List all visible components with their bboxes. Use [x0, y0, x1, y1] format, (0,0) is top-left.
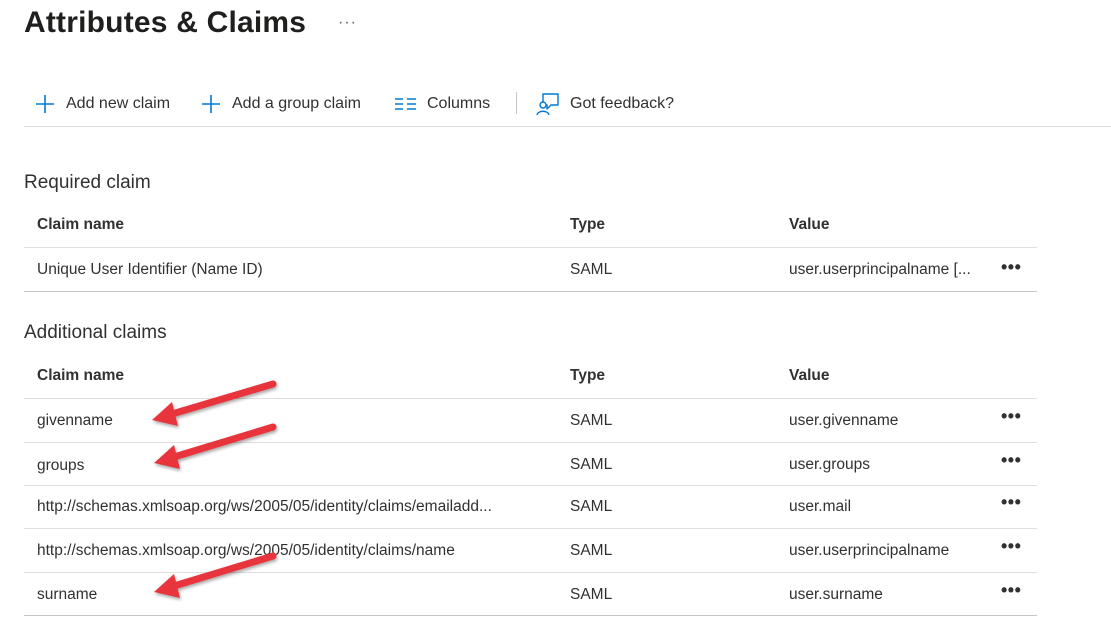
claim-type-cell: SAML: [570, 586, 613, 603]
claim-value-cell: user.userprincipalname [...: [789, 261, 971, 278]
feedback-icon: [536, 93, 559, 116]
add-new-claim-label: Add new claim: [66, 95, 171, 112]
row-more-options-icon[interactable]: •••: [1001, 536, 1021, 557]
claim-type-cell: SAML: [570, 498, 613, 515]
claim-name-cell[interactable]: groups: [37, 457, 557, 475]
column-header-claim-name[interactable]: Claim name: [37, 216, 557, 234]
claim-name-cell[interactable]: http://schemas.xmlsoap.org/ws/2005/05/id…: [37, 498, 557, 516]
required-claim-heading: Required claim: [24, 172, 151, 193]
row-more-options-icon[interactable]: •••: [1001, 406, 1021, 427]
table-row[interactable]: givenname SAML user.givenname •••: [24, 399, 1037, 443]
row-more-options-icon[interactable]: •••: [1001, 580, 1021, 601]
columns-icon: [395, 98, 416, 110]
column-header-claim-name[interactable]: Claim name: [37, 367, 557, 385]
table-header-row: Claim name Type Value: [24, 204, 1037, 248]
page-title: Attributes & Claims: [24, 6, 307, 39]
add-group-claim-button[interactable]: Add a group claim: [200, 86, 361, 122]
row-more-options-icon[interactable]: •••: [1001, 492, 1021, 513]
table-row[interactable]: groups SAML user.groups •••: [24, 443, 1037, 486]
claim-name-cell[interactable]: http://schemas.xmlsoap.org/ws/2005/05/id…: [37, 542, 557, 560]
claim-value-cell: user.givenname: [789, 412, 899, 429]
additional-claims-heading: Additional claims: [24, 322, 167, 343]
claim-type-cell: SAML: [570, 261, 613, 278]
got-feedback-label: Got feedback?: [570, 95, 675, 112]
claim-type-cell: SAML: [570, 542, 613, 559]
claim-name-cell[interactable]: Unique User Identifier (Name ID): [37, 261, 557, 279]
row-more-options-icon[interactable]: •••: [1001, 450, 1021, 471]
column-header-type[interactable]: Type: [570, 216, 770, 234]
table-row[interactable]: http://schemas.xmlsoap.org/ws/2005/05/id…: [24, 486, 1037, 529]
columns-label: Columns: [427, 95, 491, 112]
columns-button[interactable]: Columns: [394, 86, 490, 122]
plus-icon: [36, 95, 54, 113]
table-row[interactable]: http://schemas.xmlsoap.org/ws/2005/05/id…: [24, 529, 1037, 573]
table-row[interactable]: Unique User Identifier (Name ID) SAML us…: [24, 248, 1037, 292]
command-bar: Add new claim Add a group claim Columns …: [24, 86, 1111, 127]
table-header-row: Claim name Type Value: [24, 356, 1037, 399]
got-feedback-button[interactable]: Got feedback?: [536, 86, 674, 122]
column-header-value[interactable]: Value: [789, 216, 995, 234]
column-header-value[interactable]: Value: [789, 367, 995, 385]
claim-value-cell: user.surname: [789, 586, 883, 603]
required-claim-table: Claim name Type Value Unique User Identi…: [24, 204, 1037, 292]
row-more-options-icon[interactable]: •••: [1001, 257, 1021, 278]
claim-value-cell: user.mail: [789, 498, 852, 515]
claim-name-cell[interactable]: givenname: [37, 412, 557, 430]
claim-value-cell: user.userprincipalname: [789, 542, 950, 559]
table-row[interactable]: surname SAML user.surname •••: [24, 573, 1037, 616]
claim-type-cell: SAML: [570, 412, 613, 429]
claim-type-cell: SAML: [570, 456, 613, 473]
add-new-claim-button[interactable]: Add new claim: [34, 86, 170, 122]
column-header-type[interactable]: Type: [570, 367, 770, 385]
claim-value-cell: user.groups: [789, 456, 870, 473]
plus-icon: [202, 95, 220, 113]
toolbar-divider: [516, 92, 517, 114]
more-options-icon[interactable]: ···: [338, 14, 357, 32]
claim-name-cell[interactable]: surname: [37, 586, 557, 604]
additional-claims-table: Claim name Type Value givenname SAML use…: [24, 356, 1037, 616]
add-group-claim-label: Add a group claim: [232, 95, 361, 112]
